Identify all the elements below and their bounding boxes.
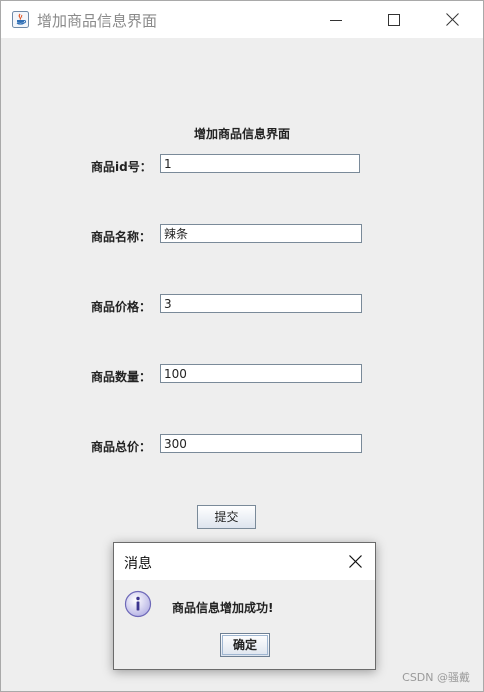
- dialog-message: 商品信息增加成功!: [172, 601, 274, 615]
- maximize-icon: [388, 13, 400, 26]
- window-title: 增加商品信息界面: [37, 12, 158, 30]
- java-app-icon: [12, 11, 29, 28]
- product-total-label: 商品总价：: [91, 440, 152, 454]
- product-id-input[interactable]: [160, 154, 360, 173]
- product-quantity-input[interactable]: [160, 364, 362, 383]
- form-heading: 增加商品信息界面: [193, 127, 290, 141]
- dialog-title: 消息: [124, 556, 152, 572]
- dialog-title-bar[interactable]: 消息: [114, 543, 375, 580]
- product-quantity-label: 商品数量：: [91, 370, 152, 384]
- window-title-bar[interactable]: 增加商品信息界面: [1, 1, 483, 38]
- maximize-button[interactable]: [371, 1, 417, 38]
- product-total-input[interactable]: [160, 434, 362, 453]
- dialog-close-button[interactable]: [335, 543, 375, 580]
- ok-button[interactable]: 确定: [220, 633, 270, 657]
- product-price-input[interactable]: [160, 294, 362, 313]
- product-id-label: 商品id号：: [91, 160, 152, 174]
- watermark: CSDN @骚戴: [402, 671, 470, 684]
- product-price-label: 商品价格：: [91, 300, 152, 314]
- close-icon: [348, 555, 362, 568]
- close-icon: [445, 13, 459, 26]
- info-icon: [124, 590, 152, 618]
- submit-button[interactable]: 提交: [197, 505, 256, 529]
- message-dialog: 消息 商品信息增加成功! 确定: [113, 542, 376, 670]
- product-name-input[interactable]: [160, 224, 362, 243]
- minimize-button[interactable]: [313, 1, 359, 38]
- close-button[interactable]: [429, 1, 475, 38]
- product-name-label: 商品名称：: [91, 230, 152, 244]
- minimize-icon: [330, 19, 342, 21]
